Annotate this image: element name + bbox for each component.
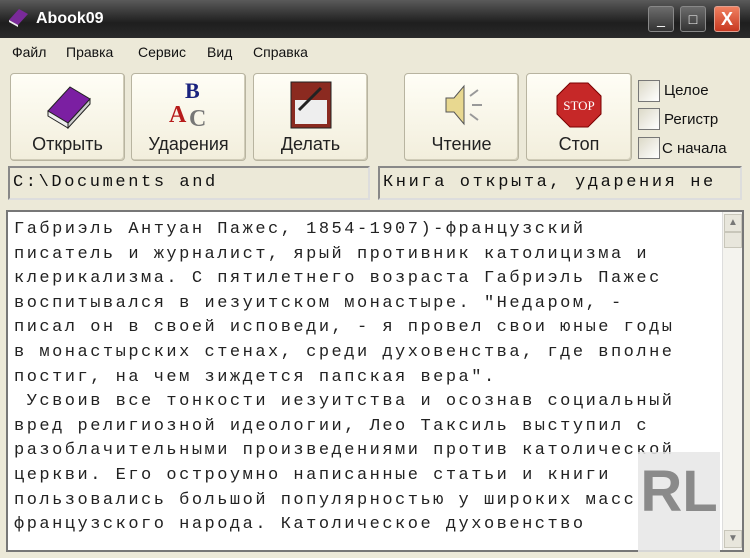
menu-bar: Файл Правка Сервис Вид Справка — [0, 38, 750, 66]
text-line: церкви. Его остроумно написанные статьи … — [14, 465, 611, 485]
status-field: Книга открыта, ударения не — [378, 166, 742, 200]
minimize-button[interactable]: _ — [648, 6, 674, 32]
stop-sign-icon: STOP — [556, 82, 602, 128]
stress-label: Ударения — [148, 134, 229, 154]
text-line: писатель и журналист, ярый противник кат… — [14, 244, 650, 264]
maximize-button[interactable]: □ — [680, 6, 706, 32]
text-line: пользовались большой популярностью у шир… — [14, 490, 637, 510]
window-title: Abook09 — [36, 10, 104, 27]
text-line: воспитывался в иезуитском монастыре. "Не… — [14, 293, 624, 313]
scroll-thumb[interactable] — [724, 232, 742, 248]
open-button[interactable]: Открыть — [10, 73, 125, 161]
book-icon — [9, 9, 28, 27]
menu-help[interactable]: Справка — [253, 44, 308, 60]
case-label: Регистр — [664, 111, 719, 128]
writing-hand-icon — [290, 81, 331, 129]
book-icon — [46, 86, 91, 129]
text-line: Усвоив все тонкости иезуитства и осознав… — [14, 392, 675, 412]
speaker-icon — [445, 84, 482, 126]
abc-icon: BA C — [169, 80, 206, 130]
make-button[interactable]: Делать — [253, 73, 368, 161]
menu-edit[interactable]: Правка — [66, 44, 113, 60]
text-line: в монастырских стенах, среди духовенства… — [14, 342, 675, 362]
svg-text:STOP: STOP — [563, 98, 595, 113]
text-line: Габриэль Антуан Пажес, 1854-1907)-францу… — [14, 220, 586, 239]
from-start-label: С начала — [662, 140, 727, 157]
book-text[interactable]: Габриэль Антуан Пажес, 1854-1907)-францу… — [14, 218, 724, 538]
whole-checkbox[interactable] — [638, 80, 660, 102]
case-checkbox[interactable] — [638, 108, 660, 130]
close-button[interactable]: X — [714, 6, 740, 32]
text-line: разоблачительными произведениями против … — [14, 441, 675, 461]
text-line: вред религиозной идеологии, Лео Таксиль … — [14, 416, 650, 436]
read-label: Чтение — [431, 134, 492, 154]
title-bar: Abook09 _ □ X — [0, 0, 750, 38]
menu-file[interactable]: Файл — [12, 44, 46, 60]
text-line: постиг, на чем зиждется папская вера". — [14, 367, 497, 387]
svg-text:B: B — [185, 80, 200, 103]
text-line: французского народа. Католическое духове… — [14, 515, 586, 535]
book-text-area[interactable]: Габриэль Антуан Пажес, 1854-1907)-францу… — [6, 210, 744, 552]
open-label: Открыть — [32, 134, 103, 154]
svg-text:A: A — [169, 102, 187, 128]
scroll-up-button[interactable]: ▲ — [724, 214, 742, 232]
stop-button[interactable]: STOP Стоп — [526, 73, 632, 161]
read-button[interactable]: Чтение — [404, 73, 519, 161]
from-start-checkbox[interactable] — [638, 137, 660, 159]
text-line: писал он в своей исповеди, - я провел св… — [14, 318, 675, 338]
path-field[interactable]: C:\Documents and — [8, 166, 370, 200]
scroll-down-button[interactable]: ▼ — [724, 530, 742, 548]
make-label: Делать — [280, 134, 341, 154]
watermark-logo: RL — [638, 452, 720, 552]
stop-label: Стоп — [558, 134, 600, 154]
stress-button[interactable]: BAC Ударения — [131, 73, 246, 161]
menu-service[interactable]: Сервис — [138, 44, 186, 60]
menu-view[interactable]: Вид — [207, 44, 232, 60]
vertical-scrollbar[interactable]: ▲ ▼ — [722, 212, 742, 550]
svg-text:C: C — [189, 106, 206, 130]
text-line: клерикализма. С пятилетнего возраста Габ… — [14, 269, 662, 289]
whole-label: Целое — [664, 82, 709, 99]
